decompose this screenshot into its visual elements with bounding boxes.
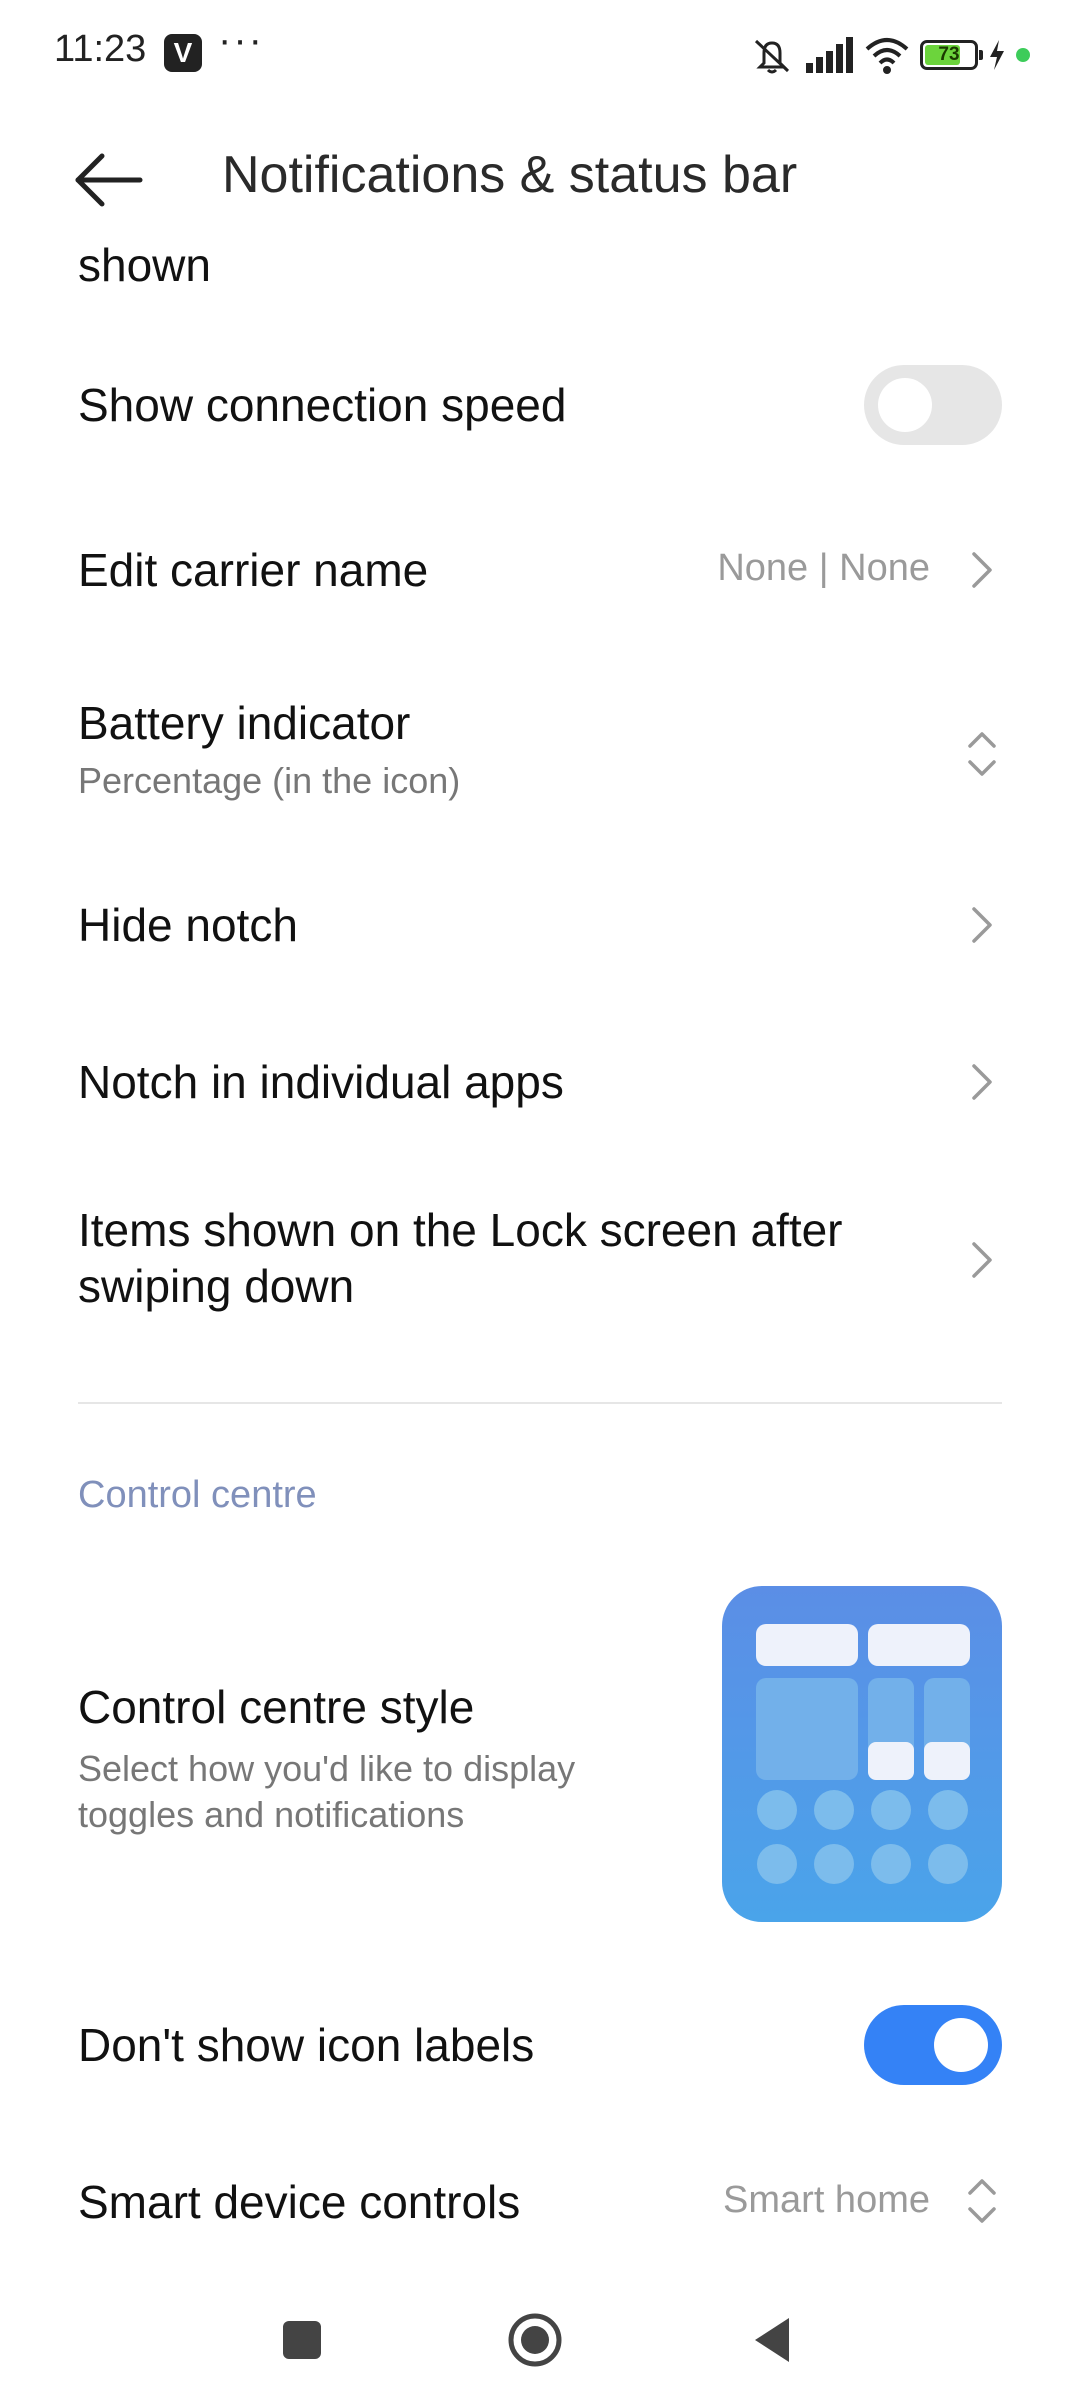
setting-subtitle-line2: toggles and notifications [78, 1794, 465, 1835]
setting-title: Control centre style [78, 1681, 475, 1733]
setting-title: Don't show icon labels [78, 2019, 535, 2071]
control-centre-style-preview[interactable] [722, 1586, 1002, 1922]
setting-value: Smart home [723, 2179, 930, 2221]
section-header-control-centre: Control centre [78, 1474, 317, 1516]
setting-title: Hide notch [78, 899, 298, 951]
navigation-bar [0, 2290, 1080, 2400]
setting-lock-screen-items[interactable]: Items shown on the Lock screen after swi… [0, 1185, 1080, 1325]
section-divider [78, 1402, 1002, 1404]
setting-subtitle-line1: Select how you'd like to display [78, 1748, 576, 1789]
chevron-up-down-icon [968, 2179, 996, 2223]
setting-show-connection-speed[interactable]: Show connection speed [0, 360, 1080, 450]
green-dot-icon [1016, 48, 1030, 62]
mute-icon [754, 39, 790, 74]
partial-row-text: shown [78, 239, 211, 291]
battery-icon: 73 [920, 40, 983, 70]
signal-icon [806, 37, 853, 73]
chevron-right-icon [972, 907, 992, 943]
status-bar: 11:23 V ··· 73 [0, 0, 1080, 110]
back-nav-button[interactable] [745, 2310, 805, 2370]
chevron-up-down-icon [968, 732, 996, 776]
status-time: 11:23 [54, 28, 147, 70]
setting-battery-indicator[interactable]: Battery indicator Percentage (in the ico… [0, 680, 1080, 820]
setting-title: Notch in individual apps [78, 1056, 564, 1108]
chevron-right-icon [972, 1242, 992, 1278]
setting-title-line1: Items shown on the Lock screen after [78, 1204, 843, 1256]
setting-subtitle: Percentage (in the icon) [78, 760, 461, 801]
setting-dont-show-icon-labels[interactable]: Don't show icon labels [0, 2000, 1080, 2090]
setting-title: Battery indicator [78, 697, 411, 749]
setting-value: None | None [717, 547, 930, 589]
setting-title-line2: swiping down [78, 1260, 355, 1312]
app-bar: Notifications & status bar [0, 110, 1080, 240]
chevron-right-icon [972, 1064, 992, 1100]
more-notifications-icon: ··· [218, 18, 264, 62]
toggle-knob [934, 2018, 988, 2072]
setting-title: Edit carrier name [78, 544, 429, 596]
wifi-icon [865, 38, 909, 74]
setting-title: Show connection speed [78, 379, 567, 431]
setting-edit-carrier-name[interactable]: Edit carrier name None | None [0, 525, 1080, 615]
setting-hide-notch[interactable]: Hide notch [0, 880, 1080, 970]
setting-smart-device-controls[interactable]: Smart device controls Smart home [0, 2157, 1080, 2247]
icon-labels-toggle[interactable] [864, 2005, 1002, 2085]
charging-icon [990, 40, 1004, 70]
chevron-right-icon [972, 552, 992, 588]
app-notification-icon: V [164, 34, 202, 72]
connection-speed-toggle[interactable] [864, 365, 1002, 445]
setting-title: Smart device controls [78, 2176, 521, 2228]
page-title: Notifications & status bar [222, 146, 798, 204]
home-button[interactable] [505, 2310, 565, 2370]
back-arrow-icon [75, 153, 143, 207]
setting-notch-in-individual-apps[interactable]: Notch in individual apps [0, 1037, 1080, 1127]
battery-level: 73 [938, 44, 960, 65]
recents-button[interactable] [272, 2310, 332, 2370]
status-icons: 73 [750, 30, 1030, 80]
back-button[interactable] [68, 140, 158, 220]
control-centre-preview-icon [756, 1624, 970, 1884]
toggle-knob [878, 378, 932, 432]
